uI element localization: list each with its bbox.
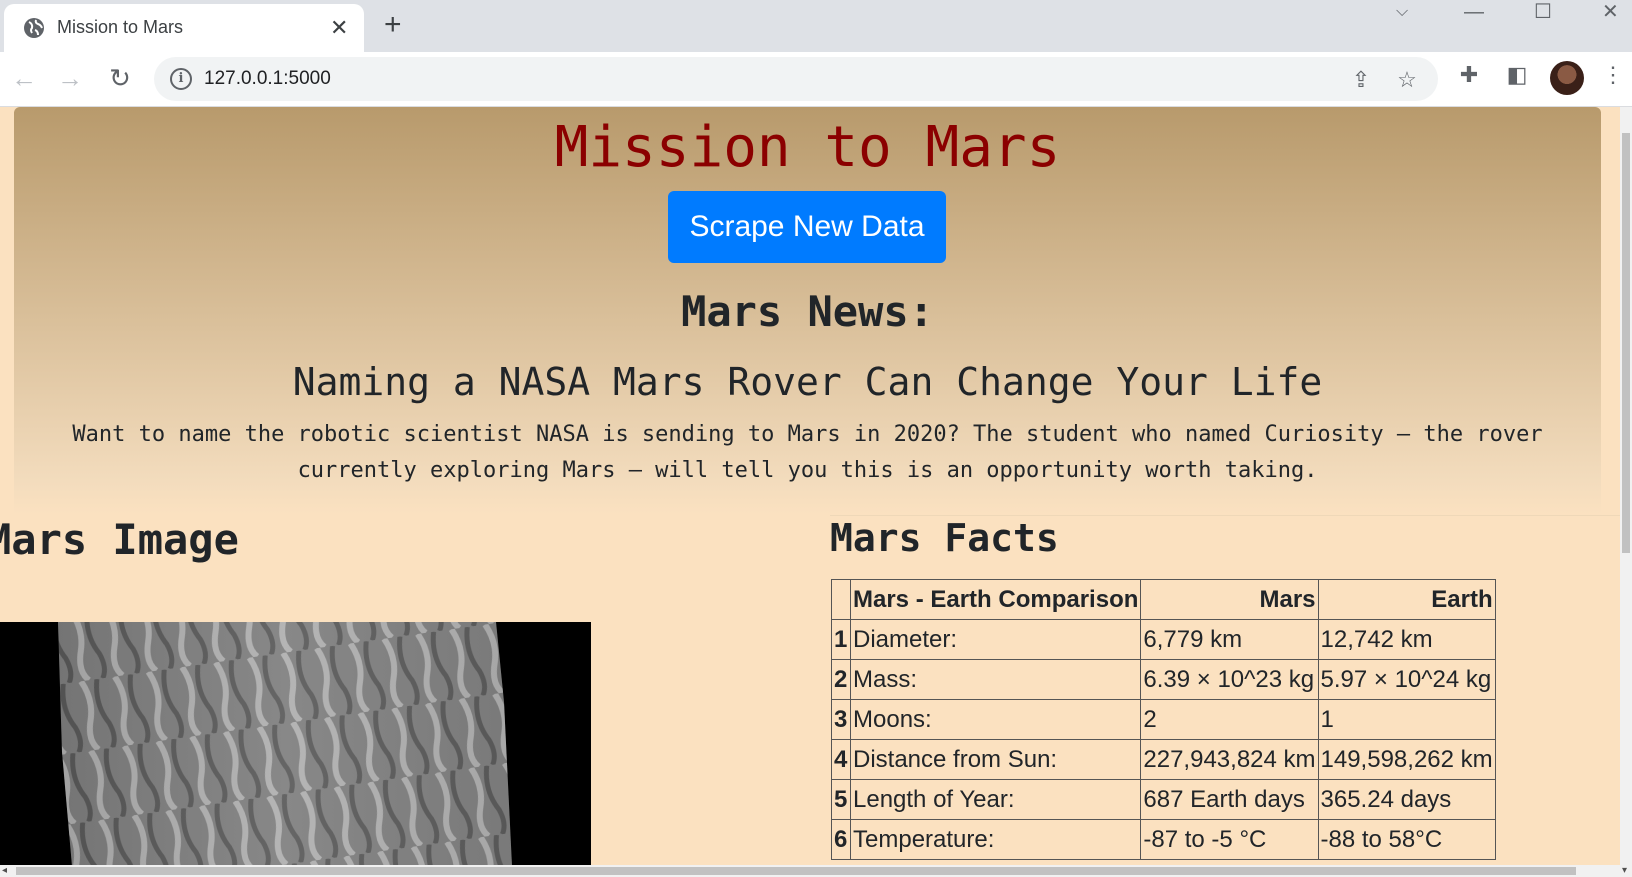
- row-index: 1: [831, 619, 851, 660]
- news-heading: Mars News:: [681, 287, 934, 336]
- vertical-scroll-thumb[interactable]: [1622, 133, 1630, 553]
- row-index: 3: [831, 699, 851, 740]
- table-cell: 6.39 × 10^23 kg: [1140, 659, 1319, 700]
- table-cell: 1: [1317, 699, 1496, 740]
- tab-title: Mission to Mars: [57, 17, 184, 37]
- mars-featured-image: [0, 622, 591, 866]
- table-cell: 227,943,824 km: [1140, 739, 1319, 780]
- extensions-icon[interactable]: ✚: [1456, 62, 1482, 88]
- horizontal-scroll-thumb[interactable]: [16, 867, 1576, 875]
- jumbotron: Mission to Mars Scrape New Data Mars New…: [14, 107, 1601, 514]
- table-cell: 6,779 km: [1140, 619, 1319, 660]
- close-tab-icon[interactable]: ✕: [330, 14, 348, 42]
- table-row: 3 Moons: 2 1: [831, 699, 1496, 740]
- table-header-cell: Mars: [1140, 579, 1319, 620]
- table-row: 4 Distance from Sun: 227,943,824 km 149,…: [831, 739, 1496, 780]
- table-header-cell: [831, 579, 851, 620]
- table-header-cell: Mars - Earth Comparison: [849, 579, 1142, 620]
- news-title: Naming a NASA Mars Rover Can Change Your…: [292, 360, 1323, 404]
- menu-icon[interactable]: ⋮: [1600, 62, 1626, 88]
- table-cell: 2: [1140, 699, 1319, 740]
- table-cell: Temperature:: [849, 819, 1142, 860]
- table-cell: 149,598,262 km: [1317, 739, 1496, 780]
- table-row: 1 Diameter: 6,779 km 12,742 km: [831, 619, 1496, 660]
- row-index: 4: [831, 739, 851, 780]
- table-header-row: Mars - Earth Comparison Mars Earth: [831, 579, 1496, 620]
- profile-avatar[interactable]: [1550, 61, 1584, 95]
- table-cell: 365.24 days: [1317, 779, 1496, 820]
- table-cell: Diameter:: [849, 619, 1142, 660]
- row-index: 5: [831, 779, 851, 820]
- globe-icon: [24, 18, 44, 38]
- close-window-icon[interactable]: ✕: [1602, 0, 1619, 24]
- row-index: 6: [831, 819, 851, 860]
- star-icon[interactable]: ☆: [1394, 67, 1420, 93]
- tab-search-icon[interactable]: ⌵: [1396, 0, 1408, 24]
- table-cell: Distance from Sun:: [849, 739, 1142, 780]
- tab-strip: Mission to Mars ✕ + ⌵ — ☐ ✕: [0, 0, 1632, 52]
- scroll-down-icon[interactable]: ▾: [1622, 866, 1627, 876]
- table-row: 5 Length of Year: 687 Earth days 365.24 …: [831, 779, 1496, 820]
- table-cell: Mass:: [849, 659, 1142, 700]
- page-title: Mission to Mars: [554, 115, 1061, 180]
- vertical-scrollbar[interactable]: [1620, 107, 1632, 865]
- new-tab-button[interactable]: +: [384, 10, 402, 40]
- address-bar[interactable]: i 127.0.0.1:5000 ⇪ ☆: [154, 57, 1438, 101]
- browser-toolbar: ← → ↻ i 127.0.0.1:5000 ⇪ ☆ ✚ ◧ ⋮: [0, 52, 1632, 107]
- table-row: 6 Temperature: -87 to -5 °C -88 to 58°C: [831, 819, 1496, 860]
- table-cell: -88 to 58°C: [1317, 819, 1496, 860]
- browser-tab[interactable]: Mission to Mars ✕: [4, 4, 364, 52]
- maximize-icon[interactable]: ☐: [1534, 0, 1552, 24]
- table-cell: Moons:: [849, 699, 1142, 740]
- reload-icon[interactable]: ↻: [104, 62, 136, 94]
- url-text[interactable]: 127.0.0.1:5000: [204, 68, 331, 90]
- row-index: 2: [831, 659, 851, 700]
- forward-icon[interactable]: →: [54, 62, 86, 94]
- share-icon[interactable]: ⇪: [1348, 67, 1374, 93]
- horizontal-scrollbar[interactable]: ◂ ▾: [0, 865, 1632, 877]
- table-cell: 5.97 × 10^24 kg: [1317, 659, 1496, 700]
- table-cell: -87 to -5 °C: [1140, 819, 1319, 860]
- table-cell: 12,742 km: [1317, 619, 1496, 660]
- info-icon[interactable]: i: [170, 68, 192, 90]
- table-cell: 687 Earth days: [1140, 779, 1319, 820]
- side-panel-icon[interactable]: ◧: [1504, 62, 1530, 88]
- table-cell: Length of Year:: [849, 779, 1142, 820]
- news-paragraph: Want to name the robotic scientist NASA …: [72, 422, 1543, 483]
- table-row: 2 Mass: 6.39 × 10^23 kg 5.97 × 10^24 kg: [831, 659, 1496, 700]
- table-header-cell: Earth: [1317, 579, 1496, 620]
- scroll-left-icon[interactable]: ◂: [2, 866, 7, 876]
- image-heading: Mars Image: [0, 515, 239, 564]
- back-icon[interactable]: ←: [8, 62, 40, 94]
- scrape-button[interactable]: Scrape New Data: [668, 191, 946, 263]
- facts-heading: Mars Facts: [830, 515, 1620, 560]
- minimize-icon[interactable]: —: [1464, 0, 1484, 24]
- facts-table: Mars - Earth Comparison Mars Earth 1 Dia…: [831, 579, 1496, 860]
